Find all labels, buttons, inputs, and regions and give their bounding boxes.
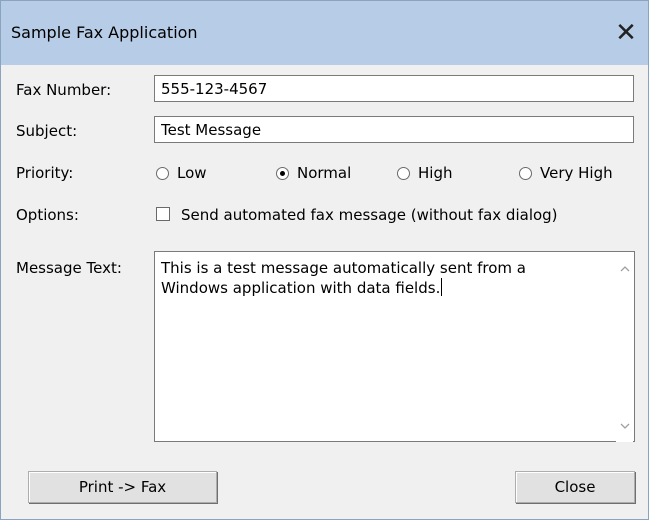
radio-low-label: Low [177,164,207,182]
message-text-value: This is a test message automatically sen… [161,259,526,297]
fax-number-input[interactable] [154,75,634,102]
automated-fax-checkbox[interactable] [156,207,170,221]
radio-low-indicator[interactable] [156,166,169,180]
close-icon[interactable]: ✕ [606,13,646,53]
message-text-label: Message Text: [16,259,122,277]
priority-normal[interactable]: Normal [276,164,351,182]
priority-label: Priority: [16,164,74,182]
print-fax-button[interactable]: Print -> Fax [28,471,217,503]
radio-normal-indicator[interactable] [276,166,289,180]
title-bar[interactable]: Sample Fax Application ✕ [1,1,648,65]
message-text-content[interactable]: This is a test message automatically sen… [161,258,601,298]
priority-very-high[interactable]: Very High [519,164,613,182]
message-scrollbar[interactable] [616,253,633,442]
window-title: Sample Fax Application [11,23,198,42]
priority-low[interactable]: Low [156,164,207,182]
subject-label: Subject: [16,122,78,140]
chevron-up-icon[interactable] [619,263,630,274]
radio-normal-label: Normal [297,164,352,182]
text-caret [441,278,443,296]
fax-number-label: Fax Number: [16,81,112,99]
close-button[interactable]: Close [515,471,635,503]
fax-dialog-window: Sample Fax Application ✕ Fax Number: Sub… [0,0,649,520]
radio-very-high-label: Very High [540,164,613,182]
radio-high-indicator[interactable] [397,166,410,180]
options-label: Options: [16,206,79,224]
automated-fax-label[interactable]: Send automated fax message (without fax … [181,206,558,224]
message-textarea[interactable]: This is a test message automatically sen… [154,251,635,442]
radio-high-label: High [418,164,453,182]
chevron-down-icon[interactable] [619,421,630,432]
radio-very-high-indicator[interactable] [519,166,532,180]
priority-high[interactable]: High [397,164,452,182]
subject-input[interactable] [154,116,634,143]
